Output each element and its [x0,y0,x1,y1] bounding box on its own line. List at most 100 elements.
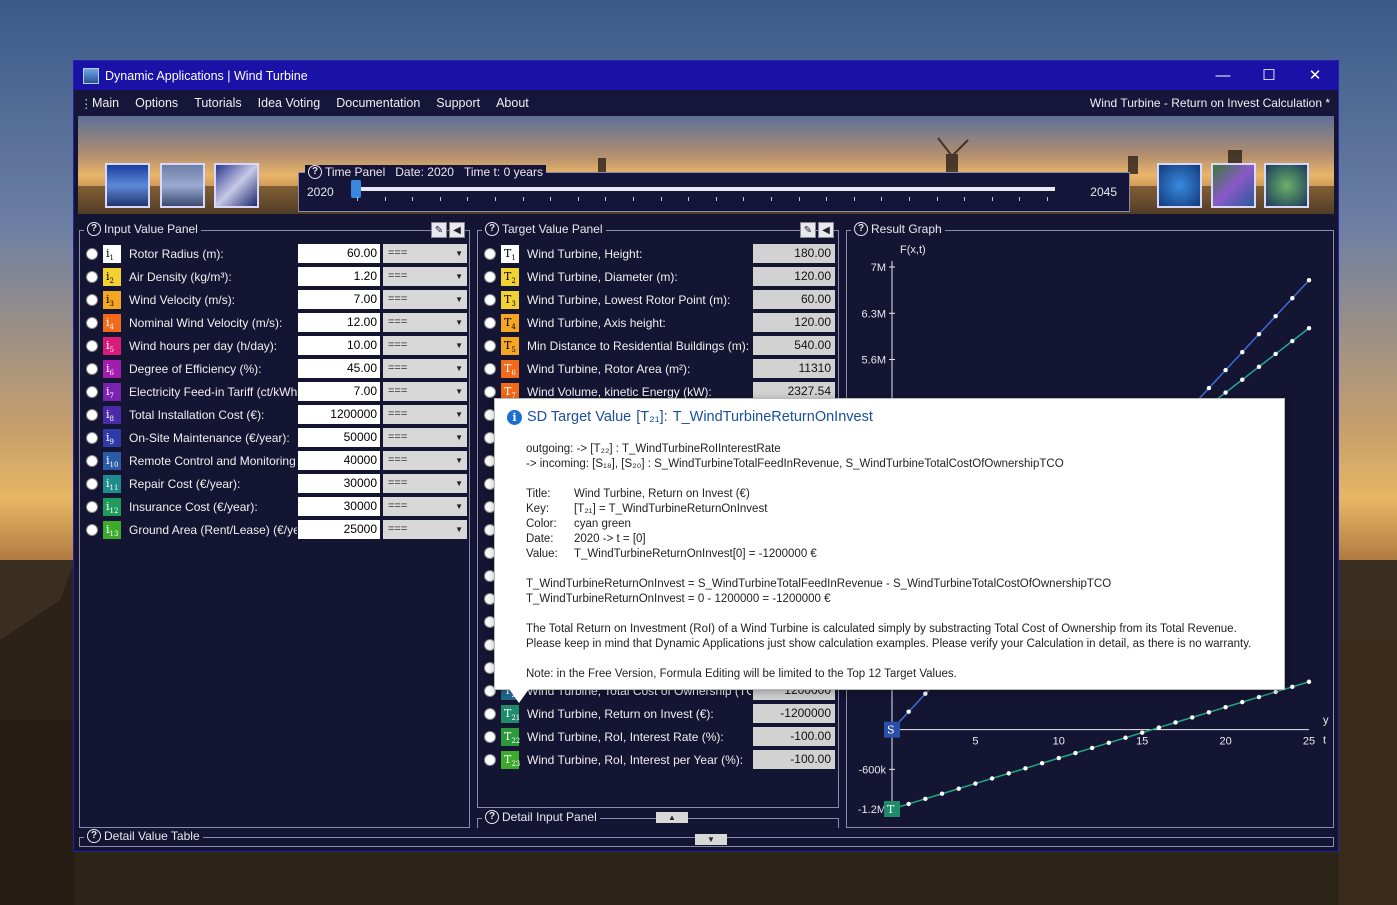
operator-select[interactable]: === ▼ [383,382,467,401]
y-tick-label: 7M [871,262,886,274]
operator-value: === [388,270,408,282]
help-icon[interactable]: ? [308,165,322,179]
input-value-field[interactable]: 7.00 [298,290,380,309]
input-radio[interactable] [86,501,98,513]
operator-select[interactable]: === ▼ [383,451,467,470]
input-radio[interactable] [86,294,98,306]
input-key-badge: i12 [103,498,121,516]
target-row: T2 Wind Turbine, Diameter (m): 120.00 [478,266,838,288]
help-icon[interactable]: ? [87,222,101,236]
operator-select[interactable]: === ▼ [383,313,467,332]
menu-options[interactable]: Options [135,96,178,110]
operator-select[interactable]: === ▼ [383,520,467,539]
input-value-field[interactable]: 10.00 [298,336,380,355]
door-thumbnail[interactable] [214,163,259,208]
chevron-down-icon: ▼ [455,502,463,511]
input-value-field[interactable]: 1200000 [298,405,380,424]
menu-main[interactable]: Main [92,96,119,110]
input-radio[interactable] [86,409,98,421]
edit-icon[interactable]: ✎ [431,222,447,238]
menu-tutorials[interactable]: Tutorials [194,96,241,110]
target-key-badge: T2 [501,268,519,286]
menu-about[interactable]: About [496,96,529,110]
input-radio[interactable] [86,340,98,352]
input-radio[interactable] [86,386,98,398]
minimize-button[interactable]: — [1200,61,1246,90]
input-value-field[interactable]: 7.00 [298,382,380,401]
input-value-field[interactable]: 12.00 [298,313,380,332]
input-radio[interactable] [86,455,98,467]
target-row: T21 Wind Turbine, Return on Invest (€): -1… [478,703,838,725]
operator-select[interactable]: === ▼ [383,267,467,286]
operator-select[interactable]: === ▼ [383,474,467,493]
input-radio[interactable] [86,317,98,329]
input-radio[interactable] [86,248,98,260]
input-value-field[interactable]: 40000 [298,451,380,470]
input-value-field[interactable]: 50000 [298,428,380,447]
input-label: Remote Control and Monitoring (€/y [129,454,297,468]
input-value-field[interactable]: 30000 [298,497,380,516]
operator-select[interactable]: === ▼ [383,290,467,309]
operator-select[interactable]: === ▼ [383,336,467,355]
chevron-down-icon: ▼ [455,272,463,281]
help-icon[interactable]: ? [87,829,101,843]
operator-select[interactable]: === ▼ [383,405,467,424]
earth-thumbnail[interactable] [1157,163,1202,208]
target-radio[interactable] [484,248,496,260]
mosaic-thumbnail[interactable] [1211,163,1256,208]
target-radio[interactable] [484,340,496,352]
menu-support[interactable]: Support [436,96,480,110]
input-value-field[interactable]: 30000 [298,474,380,493]
operator-select[interactable]: === ▼ [383,359,467,378]
edit-icon[interactable]: ✎ [800,222,816,238]
input-radio[interactable] [86,432,98,444]
collapse-left-icon[interactable]: ◀ [818,222,834,238]
target-radio[interactable] [484,708,496,720]
series-point [1140,730,1145,735]
target-key-badge: T3 [501,291,519,309]
expand-down-icon[interactable]: ▼ [695,834,727,845]
target-radio[interactable] [484,386,496,398]
help-icon[interactable]: ? [485,222,499,236]
coast-thumbnail[interactable] [160,163,205,208]
globe-thumbnail[interactable] [1264,163,1309,208]
input-radio[interactable] [86,524,98,536]
operator-select[interactable]: === ▼ [383,497,467,516]
input-row: i2 Air Density (kg/m³): 1.20 === ▼ [80,266,469,288]
chevron-down-icon: ▼ [455,364,463,373]
operator-select[interactable]: === ▼ [383,428,467,447]
target-radio[interactable] [484,754,496,766]
target-radio[interactable] [484,363,496,375]
input-value-field[interactable]: 60.00 [298,244,380,263]
target-radio[interactable] [484,731,496,743]
input-radio[interactable] [86,271,98,283]
collapse-left-icon[interactable]: ◀ [449,222,465,238]
series-point [1256,694,1262,700]
target-radio[interactable] [484,294,496,306]
help-icon[interactable]: ? [485,810,499,824]
time-panel: ? Time Panel Date: 2020 Time t: 0 years 2… [298,165,1130,212]
timeline-tick [688,197,690,201]
input-value-field[interactable]: 45.00 [298,359,380,378]
series-point [956,786,961,791]
maximize-button[interactable]: ☐ [1246,61,1292,90]
time-label: Time t: [463,165,501,179]
time-slider-thumb[interactable] [351,180,361,198]
menu-documentation[interactable]: Documentation [336,96,420,110]
input-radio[interactable] [86,363,98,375]
input-radio[interactable] [86,478,98,490]
target-label: Wind Turbine, Rotor Area (m²): [527,362,691,376]
menu-idea-voting[interactable]: Idea Voting [258,96,321,110]
target-radio[interactable] [484,271,496,283]
badge-sub: 2 [511,277,516,286]
input-value-field[interactable]: 25000 [298,520,380,539]
tooltip-formula-result: T_WindTurbineReturnOnInvest = 0 - 120000… [526,593,831,605]
close-button[interactable]: ✕ [1292,61,1338,90]
operator-select[interactable]: === ▼ [383,244,467,263]
input-value-field[interactable]: 1.20 [298,267,380,286]
target-radio[interactable] [484,317,496,329]
input-key-badge: i9 [103,429,121,447]
time-slider-track[interactable] [355,187,1055,191]
expand-up-icon[interactable]: ▲ [656,812,688,823]
sea-thumbnail[interactable] [105,163,150,208]
